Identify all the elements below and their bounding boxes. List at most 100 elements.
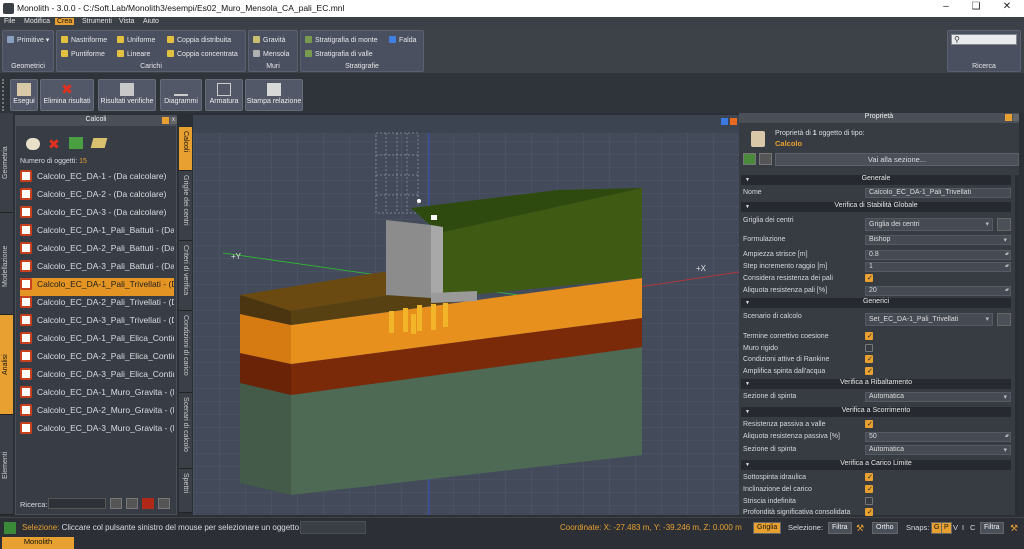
new-calc-icon[interactable] — [26, 138, 40, 150]
sezione-spinta-1-select[interactable]: Automatica — [865, 392, 1011, 402]
diagrammi-button[interactable]: Diagrammi — [160, 79, 202, 111]
snap-p[interactable]: P — [941, 522, 952, 534]
snap-i[interactable]: I — [962, 523, 964, 532]
considera-checkbox[interactable] — [865, 274, 873, 282]
tab-geometria[interactable]: Geometria — [0, 113, 13, 213]
section-ribaltamento[interactable]: Verifica a Ribaltamento — [741, 379, 1011, 389]
aliquota-spinner[interactable]: 20 — [865, 286, 1011, 296]
list-item[interactable]: Calcolo_EC_DA-1_Pali_Trivellati - (Da c — [20, 278, 174, 296]
list-item[interactable]: Calcolo_EC_DA-3 - (Da calcolare) — [20, 206, 174, 224]
muro-rigido-checkbox[interactable] — [865, 344, 873, 352]
section-carico-limite[interactable]: Verifica a Carico Limite — [741, 460, 1011, 470]
armatura-button[interactable]: Armatura — [205, 79, 243, 111]
back-arrow-icon[interactable] — [743, 153, 756, 165]
menu-file[interactable]: File — [4, 18, 15, 25]
amplifica-checkbox[interactable] — [865, 367, 873, 375]
list-item[interactable]: Calcolo_EC_DA-3_Pali_Battuti - (Da cal — [20, 260, 174, 278]
list-item[interactable]: Calcolo_EC_DA-2_Pali_Battuti - (Da cal — [20, 242, 174, 260]
nastriforme-button[interactable]: Nastriforme — [61, 36, 107, 44]
list-item[interactable]: Calcolo_EC_DA-1_Pali_Battuti - (Da cal — [20, 224, 174, 242]
primitive-button[interactable]: Primitive ▾ — [7, 36, 49, 44]
wrench-icon[interactable]: ⚒ — [1010, 523, 1018, 534]
snap-v[interactable]: V — [953, 523, 958, 532]
close-panel-icon[interactable] — [1013, 114, 1019, 121]
clear-search-icon[interactable] — [142, 498, 154, 509]
mensola-button[interactable]: Mensola — [253, 50, 289, 58]
sezione-spinta-2-select[interactable]: Automatica — [865, 445, 1011, 455]
menu-vista[interactable]: Vista — [119, 18, 134, 25]
ampiezza-spinner[interactable]: 0.8 — [865, 250, 1011, 260]
striscia-checkbox[interactable] — [865, 497, 873, 505]
rename-calc-icon[interactable] — [90, 138, 108, 148]
close-panel-icon[interactable]: x — [170, 117, 177, 124]
list-item[interactable]: Calcolo_EC_DA-1 - (Da calcolare) — [20, 170, 174, 188]
maximize-button[interactable]: ❏ — [962, 1, 990, 16]
pin-icon[interactable] — [162, 117, 169, 124]
model-view[interactable]: +Y +X — [193, 115, 739, 515]
refresh-icon[interactable] — [126, 498, 138, 509]
viewport-float-icon[interactable] — [721, 118, 728, 125]
step-spinner[interactable]: 1 — [865, 262, 1011, 272]
griglia-select[interactable]: Griglia dei centri — [865, 218, 993, 231]
calc-search-input[interactable] — [48, 498, 106, 509]
elimina-risultati-button[interactable]: ✖ Elimina risultati — [40, 79, 94, 111]
scenario-select[interactable]: Set_EC_DA-1_Pali_Trivellati — [865, 313, 993, 326]
options-icon[interactable] — [158, 498, 170, 509]
sottospinta-checkbox[interactable] — [865, 473, 873, 481]
filter-icon[interactable] — [110, 498, 122, 509]
tab-analisi[interactable]: Analisi — [0, 315, 13, 415]
section-generici[interactable]: Generici — [741, 298, 1011, 308]
stampa-relazione-button[interactable]: Stampa relazione — [245, 79, 303, 111]
close-button[interactable]: ✕ — [993, 1, 1021, 16]
list-item[interactable]: Calcolo_EC_DA-1_Muro_Gravita - (Da c — [20, 386, 174, 404]
section-stabilita[interactable]: Verifica di Stabilità Globale — [741, 202, 1011, 212]
3d-viewport[interactable]: +Y +X — [193, 115, 739, 515]
gravita-button[interactable]: Gravità — [253, 36, 286, 44]
uniforme-button[interactable]: Uniforme — [117, 36, 155, 44]
puntiforme-button[interactable]: Puntiforme — [61, 50, 105, 58]
risultati-verifiche-button[interactable]: Risultati verifiche — [98, 79, 156, 111]
coppia-concentrata-button[interactable]: Coppia concentrata — [167, 50, 238, 58]
forward-arrow-icon[interactable] — [759, 153, 772, 165]
section-generale[interactable]: Generale — [741, 175, 1011, 185]
menu-modifica[interactable]: Modifica — [24, 18, 50, 25]
tab-elementi[interactable]: Elementi — [0, 415, 13, 515]
menu-crea[interactable]: Crea — [55, 18, 75, 25]
tab-criteri-verifica[interactable]: Criteri di verifica — [179, 241, 192, 311]
tab-condizioni-carico[interactable]: Condizioni di carico — [179, 311, 192, 393]
lineare-button[interactable]: Lineare — [117, 50, 150, 58]
tab-griglie-centri[interactable]: Griglie dei centri — [179, 171, 192, 241]
formulazione-select[interactable]: Bishop — [865, 235, 1011, 245]
goto-section-button[interactable]: Vai alla sezione... — [775, 153, 1019, 166]
stratigrafia-valle-button[interactable]: Stratigrafia di valle — [305, 50, 373, 58]
filtra-button[interactable]: Filtra — [828, 522, 852, 534]
griglia-edit-icon[interactable] — [997, 218, 1011, 231]
tab-modellazione[interactable]: Modellazione — [0, 213, 13, 315]
filtra-snap-button[interactable]: Filtra — [980, 522, 1004, 534]
list-item[interactable]: Calcolo_EC_DA-2 - (Da calcolare) — [20, 188, 174, 206]
tab-calcoli[interactable]: Calcoli — [179, 127, 192, 171]
griglia-toggle[interactable]: Griglia — [753, 522, 782, 534]
search-input[interactable]: ⚲ — [951, 34, 1017, 45]
list-item[interactable]: Calcolo_EC_DA-3_Muro_Gravita - (Da c — [20, 422, 174, 440]
nome-field[interactable]: Calcolo_EC_DA-1_Pali_Trivellati — [865, 188, 1011, 198]
tab-scenari-calcolo[interactable]: Scenari di calcolo — [179, 393, 192, 469]
list-item[interactable]: Calcolo_EC_DA-2_Muro_Gravita - (Da c — [20, 404, 174, 422]
resistenza-passiva-checkbox[interactable] — [865, 420, 873, 428]
ortho-toggle[interactable]: Ortho — [872, 522, 898, 534]
list-item[interactable]: Calcolo_EC_DA-3_Pali_Elica_Continua - — [20, 368, 174, 386]
stratigrafia-monte-button[interactable]: Stratigrafia di monte — [305, 36, 378, 44]
viewport-close-icon[interactable] — [730, 118, 737, 125]
list-item[interactable]: Calcolo_EC_DA-2_Pali_Trivellati - (Da c — [20, 296, 174, 314]
wrench-icon[interactable]: ⚒ — [856, 523, 864, 534]
minimize-button[interactable]: – — [932, 1, 960, 16]
menu-strumenti[interactable]: Strumenti — [82, 18, 112, 25]
section-scorrimento[interactable]: Verifica a Scorrimento — [741, 407, 1011, 417]
snap-c[interactable]: C — [970, 523, 975, 532]
aliquota-passiva-spinner[interactable]: 50 — [865, 432, 1011, 442]
coppia-distribuita-button[interactable]: Coppia distribuita — [167, 36, 231, 44]
termine-checkbox[interactable] — [865, 332, 873, 340]
delete-calc-icon[interactable]: ✖ — [48, 136, 60, 153]
list-item[interactable]: Calcolo_EC_DA-3_Pali_Trivellati - (Da c — [20, 314, 174, 332]
tab-monolith[interactable]: Monolith — [2, 537, 74, 549]
